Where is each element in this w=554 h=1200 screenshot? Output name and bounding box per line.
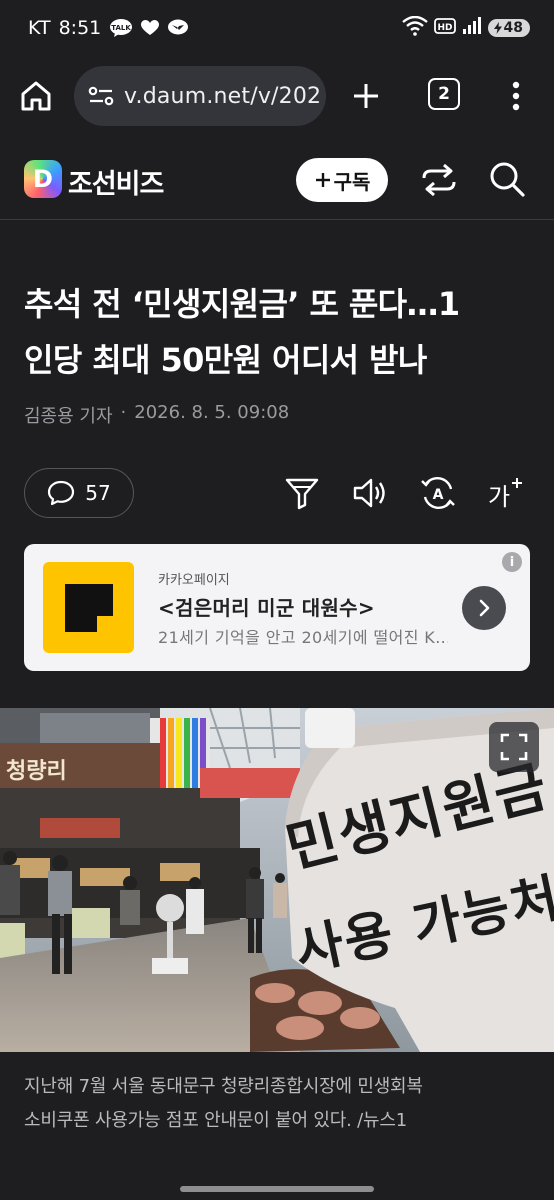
ad-open-button[interactable] <box>462 586 506 630</box>
logo-letter: D <box>33 165 53 193</box>
signal-icon <box>462 17 482 39</box>
browser-menu-button[interactable] <box>506 78 526 114</box>
article-byline: 김종용 기자 · 2026. 8. 5. 09:08 <box>24 402 289 428</box>
comment-count: 57 <box>85 481 111 505</box>
clock: 8:51 <box>58 17 102 39</box>
listen-button[interactable] <box>352 475 388 511</box>
battery-level: 48 <box>503 20 523 36</box>
ad-source: 카카오페이지 <box>158 573 230 588</box>
article-photo[interactable]: 청량리 민생지원금 사용 가능처 <box>0 708 554 1052</box>
font-size-button[interactable]: 가 <box>486 475 526 511</box>
new-tab-button[interactable] <box>350 80 382 112</box>
plus-icon <box>354 84 378 108</box>
address-bar[interactable]: v.daum.net/v/202 <box>74 66 326 126</box>
filter-icon <box>285 478 319 510</box>
status-right: HD 48 <box>401 15 530 40</box>
url-text: v.daum.net/v/202 <box>124 83 322 109</box>
article-tools: 57 A 가 <box>0 468 554 518</box>
share-button[interactable] <box>420 162 458 198</box>
chevron-right-icon <box>479 599 490 617</box>
status-bar: KT 8:51 TALK HD 48 <box>0 0 554 56</box>
publish-date: 2026. 8. 5. 09:08 <box>134 402 290 423</box>
plus-icon <box>315 173 330 187</box>
ad-description: 21세기 기억을 안고 20세기에 떨어진 K... <box>158 628 448 647</box>
tabs-button[interactable]: 2 <box>428 78 460 110</box>
photo-caption: 지난해 7월 서울 동대문구 청량리종합시장에 민생회복 소비쿠폰 사용가능 점… <box>24 1070 534 1138</box>
photo-expand-button[interactable] <box>489 722 539 772</box>
ad-info-icon[interactable]: i <box>502 552 522 572</box>
market-sign-text: 청량리 <box>6 759 67 784</box>
share-icon <box>422 163 456 197</box>
search-icon <box>490 162 525 197</box>
subscribe-button[interactable]: 구독 <box>296 158 388 202</box>
svg-text:HD: HD <box>437 23 452 33</box>
site-settings-icon[interactable] <box>88 85 114 107</box>
more-vert-icon <box>512 81 520 111</box>
translate-button[interactable]: A <box>420 475 456 511</box>
heart-icon <box>141 20 160 36</box>
talk-badge-text: TALK <box>111 24 131 32</box>
font-size-label: 가 <box>488 483 510 511</box>
messenger-icon <box>167 19 189 37</box>
battery-indicator: 48 <box>487 19 530 37</box>
wifi-icon <box>401 15 428 40</box>
hd-voice-icon: HD <box>433 17 456 39</box>
daum-logo[interactable]: D <box>24 160 62 198</box>
search-button[interactable] <box>488 160 526 198</box>
subscribe-label: 구독 <box>333 169 371 194</box>
author-name[interactable]: 김종용 기자 <box>24 402 113 428</box>
article-headline: 추석 전 ‘민생지원금’ 또 푼다…1 인당 최대 50만원 어디서 받나 <box>24 276 530 388</box>
headline-line-2: 인당 최대 50만원 어디서 받나 <box>24 341 427 379</box>
carrier-label: KT <box>28 17 51 39</box>
headline-line-1: 추석 전 ‘민생지원금’ 또 푼다…1 <box>24 285 460 323</box>
tab-count: 2 <box>438 84 450 104</box>
byline-separator: · <box>120 402 127 423</box>
caption-line-1: 지난해 7월 서울 동대문구 청량리종합시장에 민생회복 <box>24 1076 423 1097</box>
summary-filter-button[interactable] <box>284 475 320 511</box>
expand-icon <box>500 733 528 761</box>
status-left: KT 8:51 TALK <box>28 17 189 39</box>
caption-line-2: 소비쿠폰 사용가능 점포 안내문이 붙어 있다. /뉴스1 <box>24 1110 407 1131</box>
site-name[interactable]: 조선비즈 <box>68 162 164 201</box>
ad-card[interactable]: 카카오페이지 <검은머리 미군 대원수> 21세기 기억을 안고 20세기에 떨… <box>24 544 530 671</box>
charging-icon <box>493 22 502 34</box>
ad-thumbnail <box>43 562 134 653</box>
market-photo-illustration: 청량리 민생지원금 사용 가능처 <box>0 708 554 1052</box>
comment-button[interactable]: 57 <box>24 468 134 518</box>
home-icon <box>21 81 51 111</box>
kakaotalk-icon: TALK <box>109 18 133 38</box>
font-size-icon: 가 <box>488 478 522 511</box>
browser-toolbar: v.daum.net/v/202 2 <box>0 64 554 128</box>
home-button[interactable] <box>18 78 54 114</box>
site-header: D 조선비즈 구독 <box>0 140 554 220</box>
speaker-icon <box>353 478 385 508</box>
svg-text:A: A <box>433 487 444 503</box>
comment-icon <box>48 480 75 506</box>
gesture-home-indicator[interactable] <box>180 1186 374 1192</box>
ad-title: <검은머리 미군 대원수> <box>158 596 375 620</box>
translate-icon: A <box>421 477 455 509</box>
